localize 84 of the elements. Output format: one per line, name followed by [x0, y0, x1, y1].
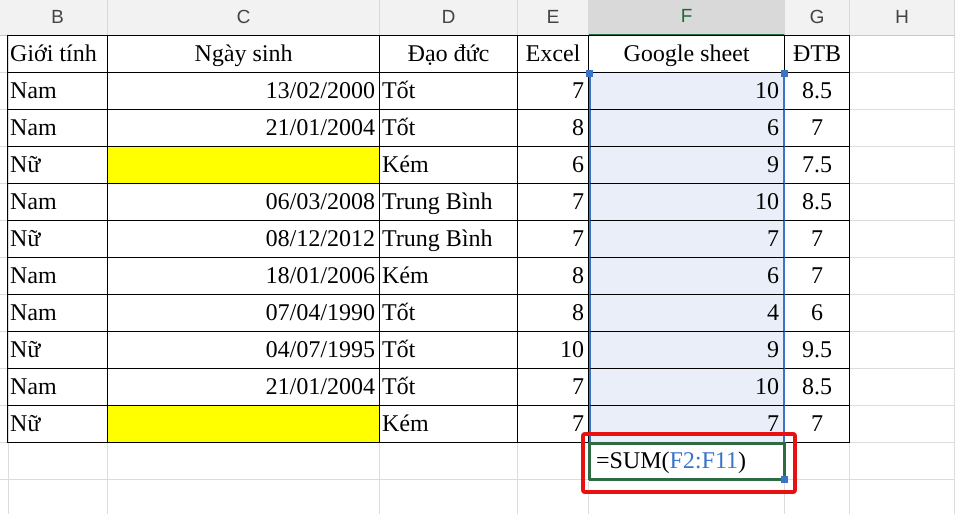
empty-cell[interactable] [0, 295, 9, 332]
empty-cell[interactable] [0, 258, 9, 295]
selection-handle[interactable] [586, 70, 593, 77]
table-cell: Trung Bình [380, 184, 518, 221]
empty-cell[interactable] [0, 406, 9, 443]
table-cell: Nam [7, 295, 108, 332]
empty-cell[interactable] [850, 184, 955, 221]
column-header[interactable]: H [850, 0, 955, 36]
table-cell: 9.5 [785, 332, 850, 369]
empty-cell[interactable] [0, 369, 9, 406]
table-cell: Nam [7, 110, 108, 147]
table-cell: Kém [380, 147, 518, 184]
column-header[interactable]: G [785, 0, 850, 36]
table-cell: Nam [7, 258, 108, 295]
table-cell: 7 [785, 406, 850, 443]
table-cell: 10 [589, 369, 785, 406]
table-cell: 4 [589, 295, 785, 332]
table-cell: Tốt [380, 369, 518, 406]
table-cell: 08/12/2012 [108, 221, 380, 258]
empty-cell[interactable] [0, 332, 9, 369]
table-cell: 18/01/2006 [108, 258, 380, 295]
empty-cell[interactable] [850, 73, 955, 110]
table-cell: 8.5 [785, 184, 850, 221]
empty-cell[interactable] [0, 110, 9, 147]
empty-cell[interactable] [108, 443, 380, 480]
empty-cell[interactable] [850, 443, 955, 480]
table-cell: 6 [785, 295, 850, 332]
empty-cell[interactable] [0, 73, 9, 110]
empty-cell[interactable] [0, 147, 9, 184]
table-cell: Tốt [380, 332, 518, 369]
fill-handle[interactable] [781, 476, 788, 483]
table-cell: 7 [785, 110, 850, 147]
table-cell: Nữ [7, 221, 108, 258]
table-cell: 8.5 [785, 369, 850, 406]
column-header[interactable]: B [8, 0, 108, 36]
empty-cell[interactable] [380, 443, 518, 480]
column-header[interactable]: D [380, 0, 518, 36]
table-cell: Trung Bình [380, 221, 518, 258]
table-cell: 6 [589, 258, 785, 295]
empty-cell[interactable] [0, 184, 9, 221]
header-cell: Giới tính [7, 35, 108, 73]
empty-cell[interactable] [850, 221, 955, 258]
header-cell: ĐTB [785, 35, 850, 73]
table-cell: Tốt [380, 110, 518, 147]
table-cell: 10 [589, 184, 785, 221]
table-cell: 9 [589, 332, 785, 369]
empty-cell[interactable] [850, 36, 955, 73]
empty-cell[interactable] [850, 147, 955, 184]
table-cell: 04/07/1995 [108, 332, 380, 369]
empty-cell[interactable] [0, 443, 9, 480]
table-cell: 6 [589, 110, 785, 147]
table-cell: 13/02/2000 [108, 73, 380, 110]
formula-cell[interactable]: =SUM(F2:F11) [588, 442, 786, 481]
empty-cell[interactable] [850, 258, 955, 295]
table-cell: 7 [785, 221, 850, 258]
column-header[interactable]: E [518, 0, 589, 36]
table-cell: Nữ [7, 332, 108, 369]
table-cell: 10 [589, 73, 785, 110]
empty-cell[interactable] [850, 406, 955, 443]
table-cell: 9 [589, 147, 785, 184]
table-cell: Kém [380, 258, 518, 295]
empty-cell[interactable] [8, 443, 108, 480]
column-header[interactable]: C [108, 0, 380, 36]
table-cell: 06/03/2008 [108, 184, 380, 221]
header-cell: Đạo đức [380, 35, 518, 73]
table-cell: 07/04/1990 [108, 295, 380, 332]
table-cell: Nam [7, 369, 108, 406]
table-cell: 7 [589, 221, 785, 258]
table-cell: Kém [380, 406, 518, 443]
empty-cell[interactable] [850, 369, 955, 406]
header-cell: Excel [518, 35, 589, 73]
header-cell: Ngày sinh [108, 35, 380, 73]
table-cell: 7.5 [785, 147, 850, 184]
selection-handle[interactable] [781, 70, 788, 77]
empty-cell[interactable] [850, 110, 955, 147]
empty-cell[interactable] [850, 332, 955, 369]
empty-cell[interactable] [850, 295, 955, 332]
table-cell: Tốt [380, 73, 518, 110]
table-cell: Nam [7, 184, 108, 221]
table-cell: Tốt [380, 295, 518, 332]
empty-cell[interactable] [0, 221, 9, 258]
table-cell: Nam [7, 73, 108, 110]
table-cell: 7 [785, 258, 850, 295]
column-header[interactable]: F [589, 0, 785, 36]
